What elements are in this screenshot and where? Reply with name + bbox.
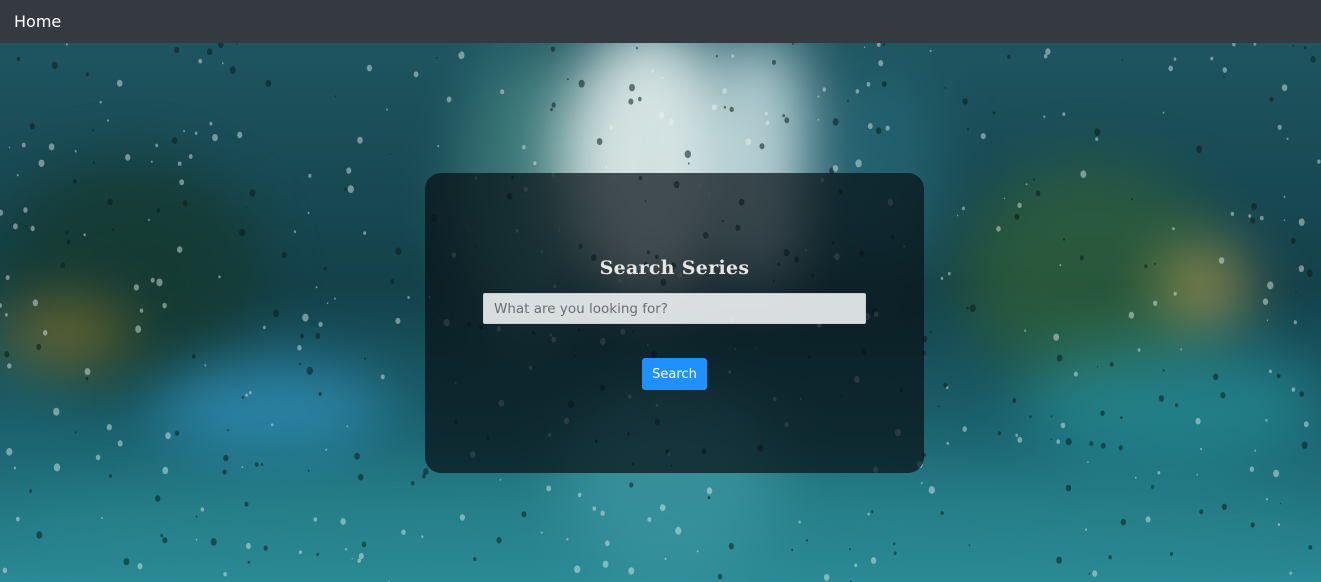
search-button[interactable]: Search [642, 358, 707, 390]
top-navbar: Home [0, 0, 1321, 43]
nav-home-link[interactable]: Home [14, 12, 61, 31]
search-title: Search Series [599, 257, 750, 279]
search-input[interactable] [483, 293, 866, 324]
search-card: Search Series Search [425, 173, 924, 473]
